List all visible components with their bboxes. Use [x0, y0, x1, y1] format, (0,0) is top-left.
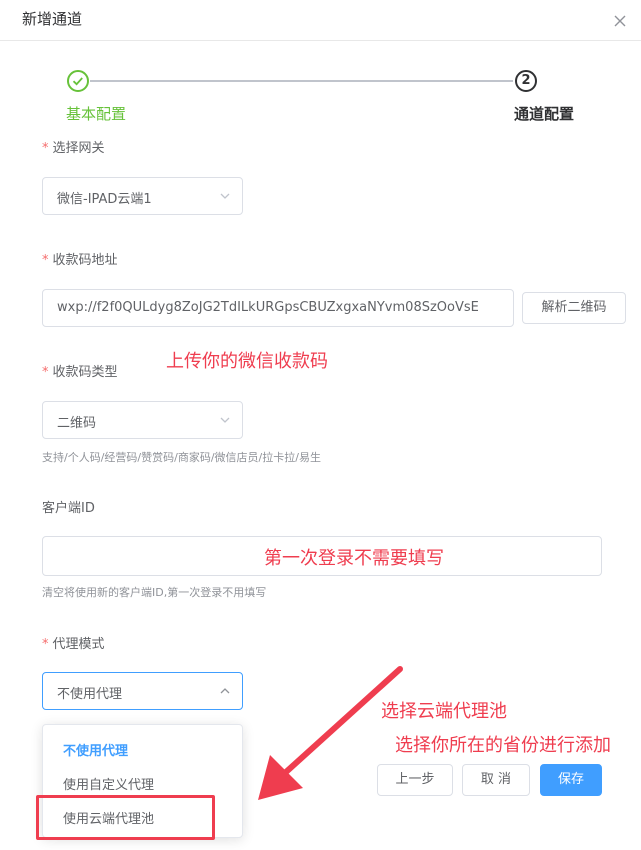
prev-step-button[interactable]: 上一步 — [377, 764, 453, 796]
annotation-arrow — [258, 666, 403, 800]
cancel-button[interactable]: 取 消 — [462, 764, 530, 796]
add-channel-dialog: 新增通道 2 基本配置 通道配置 * 选择网关 微信-IPAD云端1 * 收款码地址… — [0, 0, 641, 850]
save-button[interactable]: 保存 — [540, 764, 602, 796]
